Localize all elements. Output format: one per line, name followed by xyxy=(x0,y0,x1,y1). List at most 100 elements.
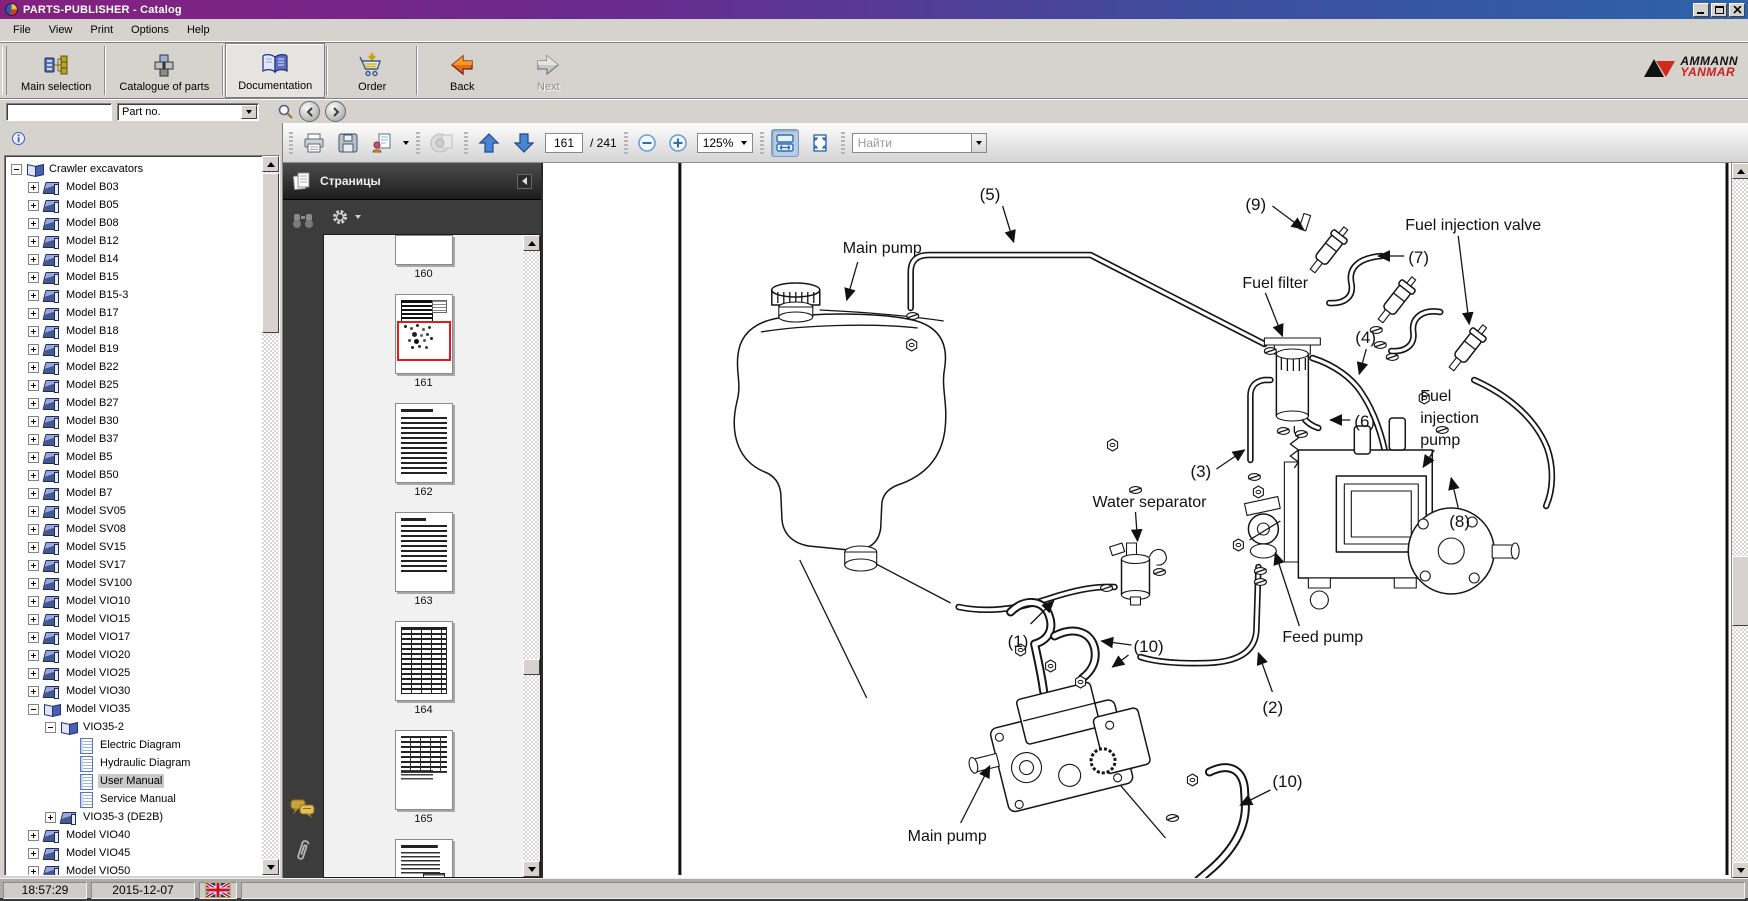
page-thumbnail[interactable] xyxy=(395,839,453,877)
pdf-page[interactable]: Main pump (5) (9) Fuel injection valve (… xyxy=(541,163,1731,878)
search-category-dropdown-button[interactable] xyxy=(241,105,257,119)
expand-plus-icon[interactable] xyxy=(28,416,39,427)
tree-item[interactable]: VIO35-3 (DE2B) xyxy=(5,808,262,826)
tree-item[interactable]: Model B12 xyxy=(5,232,262,250)
tree-item[interactable]: Model SV17 xyxy=(5,556,262,574)
info-icon[interactable] xyxy=(12,132,25,145)
search-magnifier-icon[interactable] xyxy=(277,103,294,120)
tree-item[interactable]: Model B08 xyxy=(5,214,262,232)
tree-item[interactable]: Service Manual xyxy=(5,790,262,808)
page-thumbnail[interactable]: 161 xyxy=(395,294,453,391)
page-scrollbar[interactable] xyxy=(1731,163,1748,878)
tree-item[interactable]: Model B18 xyxy=(5,322,262,340)
tree-item[interactable]: Model VIO45 xyxy=(5,844,262,862)
page-number-input[interactable] xyxy=(545,133,583,153)
find-input[interactable] xyxy=(852,133,972,153)
thumbnail-page-image[interactable] xyxy=(395,839,453,877)
tree-item[interactable]: Model B30 xyxy=(5,412,262,430)
thumbnail-page-image[interactable] xyxy=(395,235,453,265)
expand-plus-icon[interactable] xyxy=(28,380,39,391)
menu-help[interactable]: Help xyxy=(178,21,219,39)
tree-scroll-down-button[interactable] xyxy=(262,859,279,875)
tree-item[interactable]: Model SV15 xyxy=(5,538,262,556)
tree-item[interactable]: Model VIO15 xyxy=(5,610,262,628)
print-button[interactable] xyxy=(300,129,328,157)
expand-plus-icon[interactable] xyxy=(28,524,39,535)
tree-item[interactable]: VIO35-2 xyxy=(5,718,262,736)
tree-item[interactable]: User Manual xyxy=(5,772,262,790)
expand-plus-icon[interactable] xyxy=(28,236,39,247)
expand-plus-icon[interactable] xyxy=(28,866,39,876)
tree-item[interactable]: Model B22 xyxy=(5,358,262,376)
tree-item[interactable]: Model VIO40 xyxy=(5,826,262,844)
expand-plus-icon[interactable] xyxy=(28,362,39,373)
expand-plus-icon[interactable] xyxy=(28,506,39,517)
next-button[interactable]: Next xyxy=(505,43,591,98)
tree-item[interactable]: Model B03 xyxy=(5,178,262,196)
paperclip-icon[interactable] xyxy=(295,838,311,864)
page-scroll-down-button[interactable] xyxy=(1732,862,1748,878)
menu-file[interactable]: File xyxy=(4,21,40,39)
expand-plus-icon[interactable] xyxy=(28,560,39,571)
tree-item[interactable]: Model VIO10 xyxy=(5,592,262,610)
collapse-minus-icon[interactable] xyxy=(11,164,22,175)
binoculars-icon[interactable] xyxy=(292,212,314,230)
expand-plus-icon[interactable] xyxy=(28,578,39,589)
tree-item[interactable]: Model SV100 xyxy=(5,574,262,592)
expand-plus-icon[interactable] xyxy=(28,614,39,625)
tree-item[interactable]: Model B7 xyxy=(5,484,262,502)
tree-item[interactable]: Electric Diagram xyxy=(5,736,262,754)
search-category-select[interactable]: Part no. xyxy=(117,103,259,121)
tree-item[interactable]: Model VIO20 xyxy=(5,646,262,664)
close-button[interactable] xyxy=(1729,3,1745,17)
tree-item[interactable]: Model B50 xyxy=(5,466,262,484)
tree-item[interactable]: Model VIO50 xyxy=(5,862,262,875)
tree-item[interactable]: Model B14 xyxy=(5,250,262,268)
tree-item[interactable]: Model VIO30 xyxy=(5,682,262,700)
share-button[interactable] xyxy=(368,129,396,157)
expand-plus-icon[interactable] xyxy=(28,848,39,859)
expand-plus-icon[interactable] xyxy=(28,686,39,697)
zoom-out-button[interactable] xyxy=(635,129,659,157)
maximize-button[interactable] xyxy=(1711,3,1727,17)
tree-item[interactable]: Model B19 xyxy=(5,340,262,358)
collapse-minus-icon[interactable] xyxy=(45,722,56,733)
expand-plus-icon[interactable] xyxy=(28,254,39,265)
tree-item[interactable]: Model B05 xyxy=(5,196,262,214)
options-gear-icon[interactable] xyxy=(331,208,351,226)
expand-plus-icon[interactable] xyxy=(28,470,39,481)
history-back-button[interactable] xyxy=(299,101,320,122)
status-language-flag[interactable] xyxy=(199,882,237,899)
thumbnails-scrollbar[interactable] xyxy=(523,235,540,877)
tree-item[interactable]: Model VIO35 xyxy=(5,700,262,718)
expand-plus-icon[interactable] xyxy=(28,452,39,463)
expand-plus-icon[interactable] xyxy=(28,650,39,661)
tree-item[interactable]: Model SV05 xyxy=(5,502,262,520)
save-button[interactable] xyxy=(335,129,361,157)
back-button[interactable]: Back xyxy=(419,43,505,98)
expand-plus-icon[interactable] xyxy=(28,398,39,409)
tree-item[interactable]: Model VIO25 xyxy=(5,664,262,682)
menu-view[interactable]: View xyxy=(40,21,82,39)
thumbnails-scroll-up-button[interactable] xyxy=(523,235,540,251)
comments-icon[interactable] xyxy=(290,798,316,818)
expand-plus-icon[interactable] xyxy=(28,488,39,499)
tree-item[interactable]: Crawler excavators xyxy=(5,160,262,178)
collapse-minus-icon[interactable] xyxy=(28,704,39,715)
tree-scrollbar[interactable] xyxy=(262,156,279,875)
expand-plus-icon[interactable] xyxy=(28,290,39,301)
expand-plus-icon[interactable] xyxy=(45,812,56,823)
menu-options[interactable]: Options xyxy=(122,21,178,39)
menu-print[interactable]: Print xyxy=(81,21,122,39)
thumbnails-scroll-thumb[interactable] xyxy=(523,659,540,675)
tree-item[interactable]: Model B5 xyxy=(5,448,262,466)
zoom-in-button[interactable] xyxy=(666,129,690,157)
expand-plus-icon[interactable] xyxy=(28,542,39,553)
tree-item[interactable]: Model B15 xyxy=(5,268,262,286)
tree-item[interactable]: Model VIO17 xyxy=(5,628,262,646)
main-selection-button[interactable]: Main selection xyxy=(9,43,103,98)
page-thumbnail[interactable]: 160 xyxy=(395,235,453,282)
expand-plus-icon[interactable] xyxy=(28,182,39,193)
expand-plus-icon[interactable] xyxy=(28,272,39,283)
thumbnail-page-image[interactable] xyxy=(395,730,453,810)
